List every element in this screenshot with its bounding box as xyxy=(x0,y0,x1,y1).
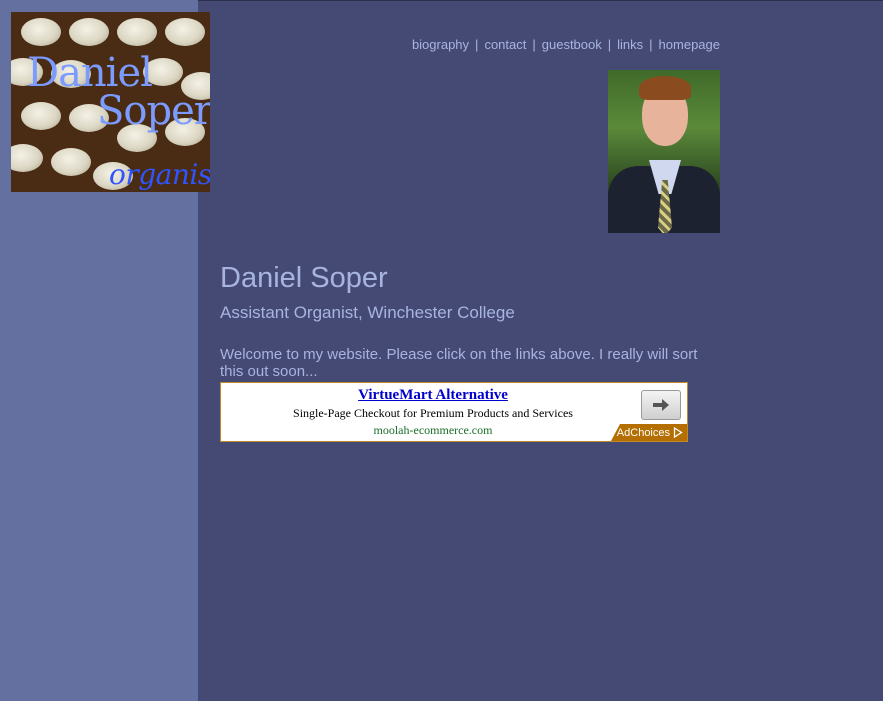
nav-separator: | xyxy=(607,37,612,52)
nav-link-links[interactable]: links xyxy=(617,37,643,52)
nav-separator: | xyxy=(475,37,479,52)
organ-stop-decoration xyxy=(51,148,91,176)
nav-separator: | xyxy=(649,37,653,52)
nav-separator: | xyxy=(532,37,536,52)
ad-arrow-button[interactable] xyxy=(641,390,681,420)
organ-stop-decoration xyxy=(165,18,205,46)
profile-photo xyxy=(608,70,720,233)
welcome-text: Welcome to my website. Please click on t… xyxy=(220,346,698,380)
organ-stop-decoration xyxy=(21,18,61,46)
organ-stop-decoration xyxy=(11,144,43,172)
arrow-right-icon xyxy=(653,399,669,411)
page-title: Daniel Soper xyxy=(220,262,388,294)
ad-description: Single-Page Checkout for Premium Product… xyxy=(293,406,573,420)
organ-stop-decoration xyxy=(69,18,109,46)
logo-text-organist: organist xyxy=(109,158,210,191)
organ-stop-decoration xyxy=(117,18,157,46)
nav-link-homepage[interactable]: homepage xyxy=(659,37,720,52)
page-subtitle: Assistant Organist, Winchester College xyxy=(220,303,515,322)
organ-stop-decoration xyxy=(21,102,61,130)
photo-hair xyxy=(639,76,691,100)
ad-url[interactable]: moolah-ecommerce.com xyxy=(221,423,645,438)
ad-title-link[interactable]: VirtueMart Alternative xyxy=(221,387,645,404)
nav-link-biography[interactable]: biography xyxy=(412,37,469,52)
logo-text-last-name: Soper xyxy=(97,88,210,134)
adchoices-label: AdChoices xyxy=(616,426,670,439)
adchoices-icon xyxy=(673,427,683,438)
site-logo[interactable]: Daniel Soper organist xyxy=(11,12,210,192)
nav-link-contact[interactable]: contact xyxy=(484,37,526,52)
top-nav: biography | contact | guestbook | links | homepa… xyxy=(412,37,720,52)
adchoices-badge[interactable]: AdChoices xyxy=(611,424,687,441)
ad-banner[interactable]: VirtueMart Alternative Single-Page Check… xyxy=(220,382,688,442)
nav-link-guestbook[interactable]: guestbook xyxy=(542,37,602,52)
